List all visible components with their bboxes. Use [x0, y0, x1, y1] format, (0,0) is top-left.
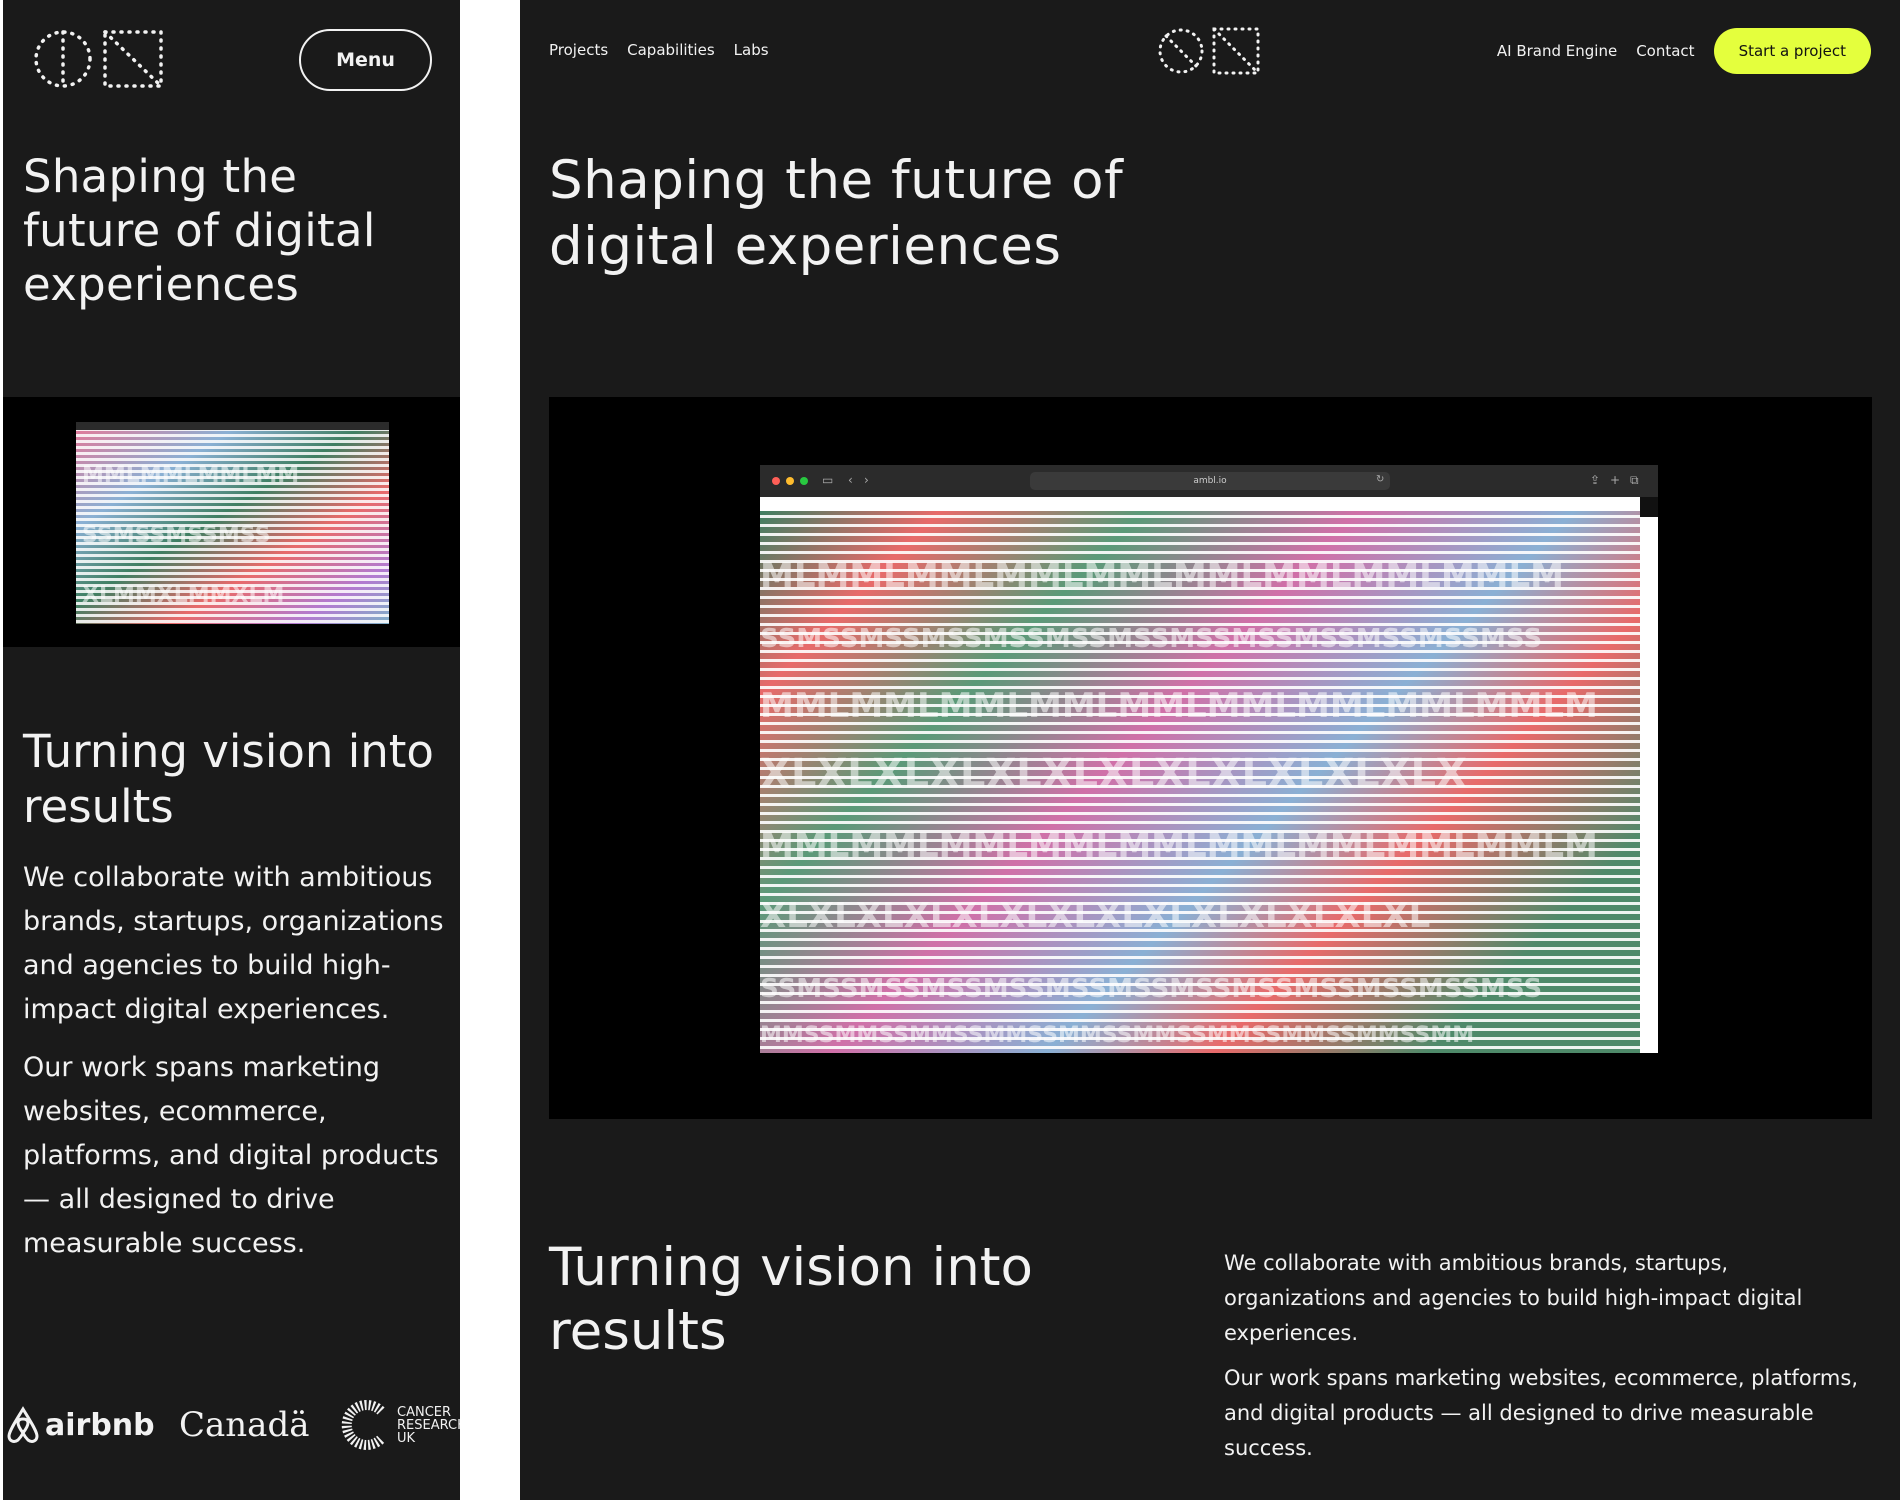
nav-labs[interactable]: Labs [734, 41, 769, 59]
address-bar: ambl.io [1030, 472, 1390, 490]
minimize-dot-icon [786, 477, 794, 485]
svg-text:SSMSSMSSMSSMSSMSSMSSMSSMSSMSSM: SSMSSMSSMSSMSSMSSMSSMSSMSSMSSMSSMSSMSS [760, 974, 1542, 1004]
logo-mark[interactable] [33, 28, 163, 90]
work-paragraph: Our work spans marketing websites, ecomm… [1224, 1366, 1859, 1460]
canada-logo: Canadä [179, 1398, 310, 1452]
menu-button[interactable]: Menu [299, 29, 432, 91]
start-project-button[interactable]: Start a project [1713, 28, 1871, 74]
showcase-media: MMLMMLMMLMM SSMSSMSSMSS XLMMXLMMXLM [3, 397, 460, 647]
desktop-page: Projects Capabilities Labs AI Brand Engi… [520, 0, 1900, 1500]
intro-paragraph: We collaborate with ambitious brands, st… [23, 862, 444, 1025]
svg-text:XLXLXLXLXLXLXLXLXLXLXLXLXLXL: XLXLXLXLXLXLXLXLXLXLXLXLXLXL [760, 896, 1430, 936]
showcase-screenshot: MMLMMLMMLMM SSMSSMSSMSS XLMMXLMMXLM [76, 422, 389, 624]
primary-nav: Projects Capabilities Labs [549, 41, 769, 59]
airbnb-logo: airbnb [5, 1398, 155, 1452]
back-icon: ‹ [848, 473, 853, 487]
svg-text:MMSSMMSSMMSSMMSSMMSSMMSSMMSSMM: MMSSMMSSMMSSMMSSMMSSMMSSMMSSMMSSMMSSMM [760, 1023, 1474, 1048]
secondary-nav: AI Brand Engine Contact Start a project [1497, 28, 1871, 74]
hero-title: Shaping the future of digital experience… [549, 150, 1124, 277]
nav-contact[interactable]: Contact [1636, 42, 1694, 60]
logo-mark[interactable] [1158, 26, 1260, 76]
close-dot-icon [772, 477, 780, 485]
airbnb-icon [7, 1406, 39, 1443]
showcase-screenshot: MLMMLMMLMMLMMLMMLMMLMMLMMLM SSMSSMSSMSSM… [760, 497, 1658, 1053]
work-paragraph: Our work spans marketing websites, ecomm… [23, 1052, 439, 1259]
share-icon: ⇪ [1590, 473, 1601, 487]
section-title: Turning vision into results [549, 1237, 1033, 1362]
airbnb-wordmark: airbnb [45, 1407, 155, 1443]
section-title: Turning vision into results [23, 725, 434, 833]
svg-text:MMLMMLMMLMMLMMLMMLMMLMMLMMLM: MMLMMLMMLMMLMMLMMLMMLMMLMMLM [760, 686, 1598, 726]
mobile-page: Menu Shaping the future of digital exper… [3, 0, 460, 1500]
cancer-research-logo: CANCER RESEARCH UK [339, 1398, 460, 1452]
showcase-media: ▭ ‹ › ambl.io ↻ ⇪ + ⧉ MLMMLMMLMMLMMLMMLM… [549, 397, 1872, 1119]
browser-toolbar: ▭ ‹ › ambl.io ↻ ⇪ + ⧉ [760, 465, 1658, 497]
hero-title: Shaping the future of digital experience… [23, 150, 376, 311]
svg-text:XLMMXLMMXLM: XLMMXLMMXLM [82, 583, 284, 608]
cancer-research-wordmark: CANCER RESEARCH UK [397, 1404, 460, 1446]
intro-paragraph: We collaborate with ambitious brands, st… [1224, 1251, 1803, 1345]
new-tab-icon: + [1610, 473, 1621, 487]
svg-text:MLMMLMMLMMLMMLMMLMMLMMLMMLM: MLMMLMMLMMLMMLMMLMMLMMLMMLM [760, 556, 1564, 596]
nav-ai-brand-engine[interactable]: AI Brand Engine [1497, 42, 1617, 60]
sidebar-icon: ▭ [822, 473, 834, 487]
forward-icon: › [864, 473, 869, 487]
nav-capabilities[interactable]: Capabilities [627, 41, 715, 59]
svg-text:MMLMMLMMLMMLMMLMMLMMLMMLMMLM: MMLMMLMMLMMLMMLMMLMMLMMLMMLM [760, 826, 1598, 866]
svg-text:MMLMMLMMLMM: MMLMMLMMLMM [82, 463, 299, 488]
zoom-dot-icon [800, 477, 808, 485]
nav-projects[interactable]: Projects [549, 41, 608, 59]
tabs-icon: ⧉ [1630, 473, 1639, 487]
svg-text:SSMSSMSSMSS: SSMSSMSSMSS [82, 523, 270, 548]
cancer-research-c-icon [341, 1400, 385, 1450]
svg-text:SSMSSMSSMSSMSSMSSMSSMSSMSSMSSM: SSMSSMSSMSSMSSMSSMSSMSSMSSMSSMSSMSSMSS [760, 624, 1542, 654]
reload-icon: ↻ [1376, 474, 1385, 485]
svg-text:XLXLXLXLXLXLXLXLXLXLXLXLX: XLXLXLXLXLXLXLXLXLXLXLXLX [760, 751, 1467, 797]
browser-window: ▭ ‹ › ambl.io ↻ ⇪ + ⧉ MLMMLMMLMMLMMLMMLM… [760, 465, 1658, 1053]
canada-wordmark: Canadä [179, 1405, 310, 1445]
client-logos: airbnb Canadä CANCER RESEARCH UK [3, 1398, 460, 1452]
